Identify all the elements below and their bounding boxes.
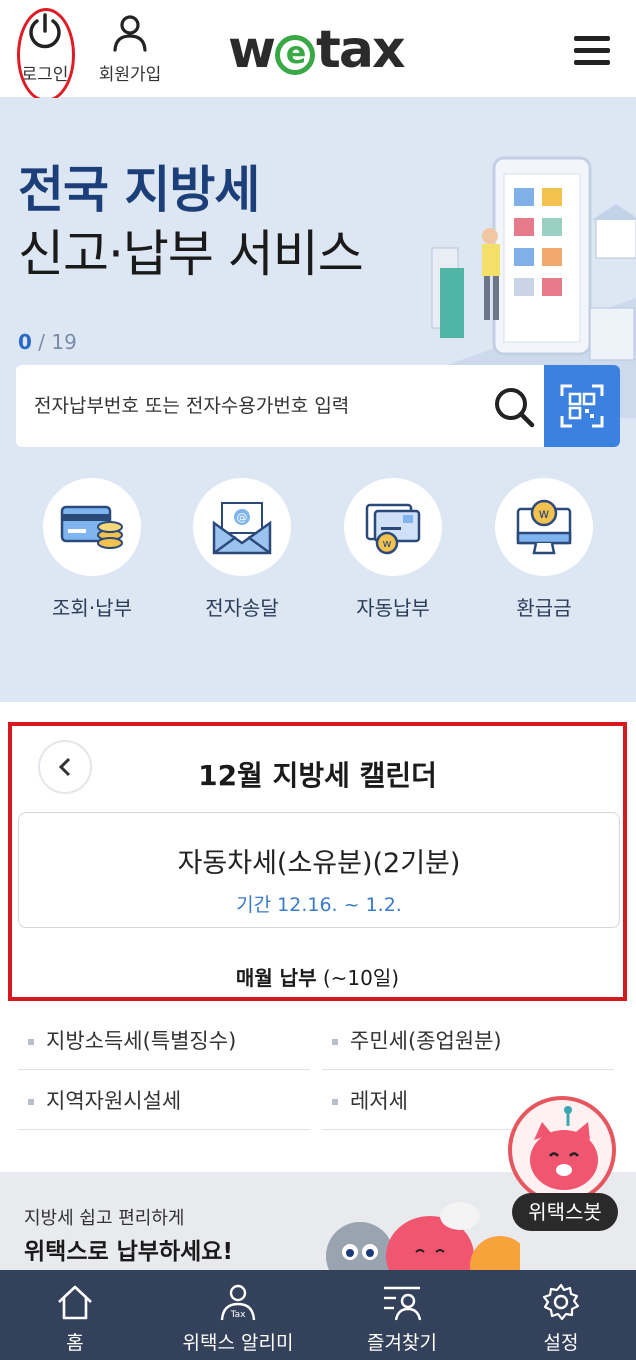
quick-auto-pay[interactable]: w 자동납부 [333, 478, 453, 621]
tax-notifier-icon: Tax [220, 1284, 256, 1321]
svg-text:@: @ [237, 511, 248, 524]
tax-card-name: 자동차세(소유분)(2기분) [177, 848, 461, 879]
nav-settings[interactable]: 설정 [506, 1270, 616, 1360]
slide-pager: 0 / 19 [18, 330, 77, 354]
chatbot-label[interactable]: 위택스봇 [512, 1193, 618, 1231]
quick-label: 전자송달 [205, 596, 279, 620]
nav-label: 홈 [66, 1332, 84, 1354]
login-label: 로그인 [21, 65, 69, 85]
person-icon [113, 15, 147, 52]
quick-label: 조회·납부 [52, 596, 132, 620]
hero-title-line2: 신고·납부 서비스 [18, 225, 364, 283]
pager-current: 0 [18, 330, 32, 354]
quick-label: 자동납부 [356, 596, 430, 620]
quick-label: 환급금 [516, 596, 572, 620]
favorites-icon [384, 1286, 422, 1321]
calendar-title: 12월 지방세 캘린더 [198, 759, 437, 792]
monthly-heading-rest: (~10일) [316, 966, 400, 990]
hero-title-line1: 전국 지방세 [18, 161, 260, 219]
auto-pay-icon: w [344, 478, 442, 576]
list-item-label: 주민세(종업원분) [350, 1029, 502, 1053]
logo-part-e: e [275, 35, 316, 75]
payment-number-search [16, 365, 620, 447]
search-input[interactable] [16, 365, 486, 447]
list-item[interactable]: 지방소득세(특별징수) [18, 1012, 310, 1070]
nav-favorites[interactable]: 즐겨찾기 [342, 1270, 462, 1360]
join-button[interactable]: 회원가입 [90, 12, 170, 85]
mascot-illustration [326, 1202, 520, 1270]
list-item-label: 지역자원시설세 [46, 1089, 182, 1113]
search-icon[interactable] [492, 385, 536, 429]
logo-part-w: w [228, 20, 276, 80]
tax-calendar: 12월 지방세 캘린더 자동차세(소유분)(2기분) 기간 12.16. ~ 1… [8, 722, 627, 1001]
quick-lookup-pay[interactable]: 조회·납부 [32, 478, 152, 621]
home-icon [58, 1285, 92, 1320]
qr-code-icon [560, 384, 604, 428]
promo-line2: 위택스로 납부하세요! [24, 1239, 233, 1265]
login-button[interactable]: 로그인 [14, 12, 76, 85]
hamburger-icon [574, 36, 610, 41]
wetax-logo[interactable]: w e tax [228, 20, 406, 80]
qr-scan-button[interactable] [544, 365, 620, 447]
card-coins-icon [43, 478, 141, 576]
nav-tax-notifier[interactable]: Tax 위택스 알리미 [168, 1270, 308, 1360]
chatbot-mascot-icon [530, 1106, 598, 1190]
bullet [332, 1039, 338, 1045]
list-item-label: 지방소득세(특별징수) [46, 1029, 237, 1053]
calendar-tax-card[interactable]: 자동차세(소유분)(2기분) 기간 12.16. ~ 1.2. [18, 812, 620, 928]
menu-button[interactable] [574, 36, 610, 66]
hamburger-line [574, 60, 610, 65]
pager-separator: / [31, 330, 52, 354]
nav-label: 위택스 알리미 [182, 1332, 294, 1354]
quick-e-delivery[interactable]: @ 전자송달 [182, 478, 302, 621]
hero-banner: 전국 지방세 신고·납부 서비스 0 / 19 전자납부번호 또는 전자수용가번… [0, 98, 636, 702]
monthly-heading-bold: 매월 납부 [235, 966, 317, 990]
power-icon [29, 13, 61, 49]
nav-label: 즐겨찾기 [367, 1332, 437, 1354]
svg-text:w: w [539, 507, 550, 522]
tax-card-period: 기간 12.16. ~ 1.2. [236, 894, 402, 916]
list-item[interactable]: 지역자원시설세 [18, 1072, 310, 1130]
chatbot-button[interactable] [508, 1096, 616, 1204]
join-label: 회원가입 [98, 65, 162, 85]
nav-home[interactable]: 홈 [20, 1270, 130, 1360]
logo-part-tax: tax [316, 20, 405, 80]
email-envelope-icon: @ [193, 478, 291, 576]
settings-gear-icon [542, 1283, 580, 1321]
bullet [28, 1039, 34, 1045]
pager-total: 19 [51, 330, 77, 354]
refund-monitor-icon: w [495, 478, 593, 576]
list-item[interactable]: 주민세(종업원분) [322, 1012, 614, 1070]
top-header: 로그인 회원가입 w e tax [0, 0, 636, 102]
svg-text:Tax: Tax [230, 1310, 247, 1320]
quick-refund[interactable]: w 환급금 [484, 478, 604, 621]
bottom-navigation: 홈 Tax 위택스 알리미 즐겨찾기 설정 [0, 1270, 636, 1360]
bullet [28, 1099, 34, 1105]
nav-label: 설정 [543, 1332, 579, 1354]
promo-line1: 지방세 쉽고 편리하게 [24, 1208, 185, 1229]
list-item-label: 레저세 [350, 1089, 408, 1113]
hamburger-line [574, 48, 610, 53]
bullet [332, 1099, 338, 1105]
monthly-payment-heading: 매월 납부 (~10일) [12, 962, 623, 991]
svg-text:w: w [383, 537, 392, 550]
